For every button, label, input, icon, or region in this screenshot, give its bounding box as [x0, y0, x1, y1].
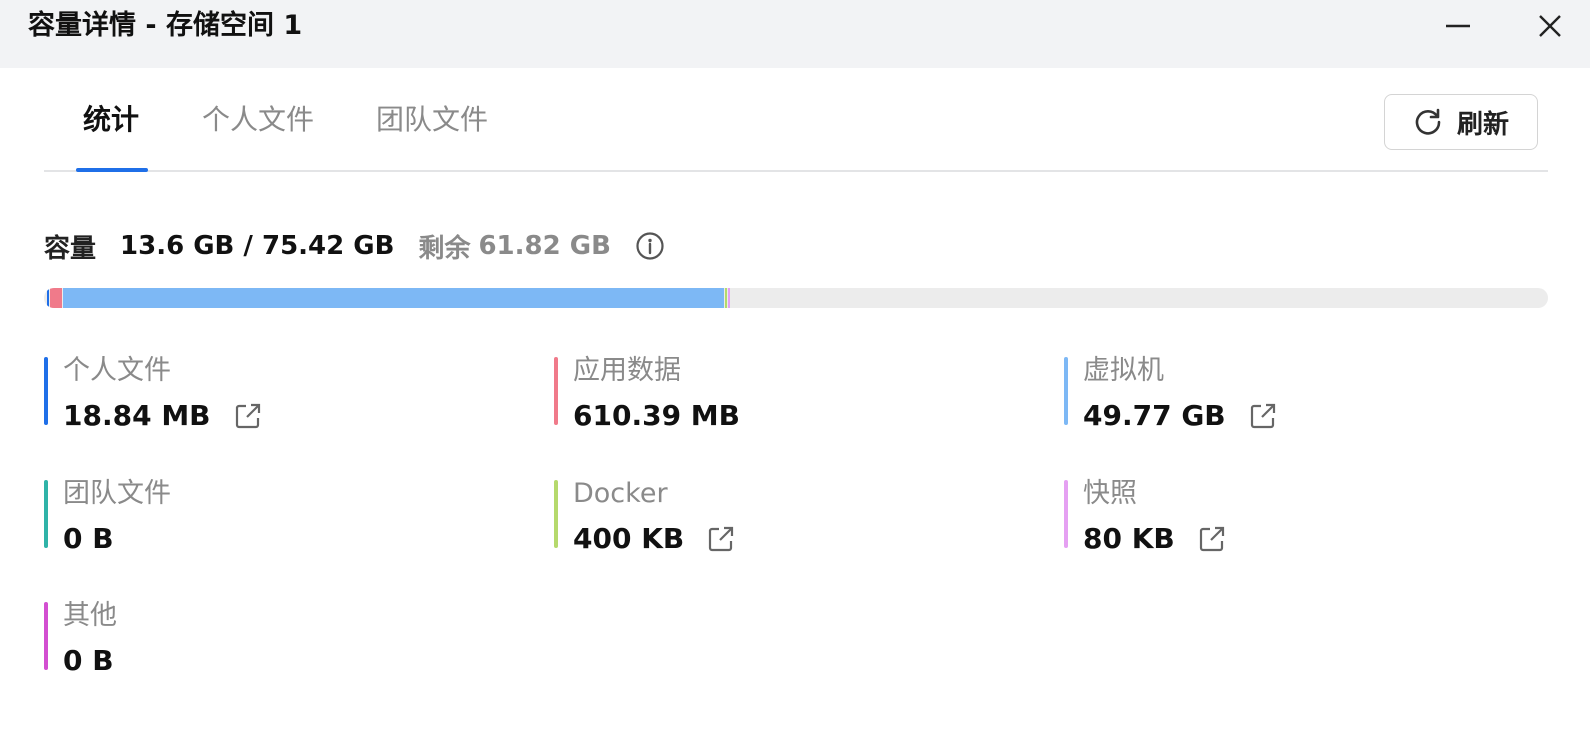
- usage-segment: [728, 288, 731, 308]
- category-value: 80 KB: [1083, 522, 1175, 555]
- capacity-summary: 容量 13.6 GB / 75.42 GB 剩余 61.82 GB: [44, 224, 665, 268]
- usage-segment: [725, 288, 728, 308]
- window-title: 容量详情 - 存储空间 1: [28, 10, 303, 41]
- refresh-button[interactable]: 刷新: [1384, 94, 1538, 150]
- category-value-row: 610.39 MB: [573, 399, 740, 433]
- category-stat: 应用数据 610.39 MB: [554, 355, 740, 432]
- category-value: 49.77 GB: [1083, 399, 1226, 432]
- capacity-usage-bar: [44, 288, 1548, 308]
- category-value-row: 49.77 GB: [1083, 399, 1278, 433]
- remaining-label: 剩余: [418, 233, 471, 264]
- category-value-row: 0 B: [63, 644, 117, 678]
- category-color-bar: [554, 357, 558, 425]
- category-value-row: 0 B: [63, 522, 171, 556]
- capacity-label: 容量: [44, 233, 97, 264]
- open-external-icon[interactable]: [233, 401, 263, 431]
- category-value: 0 B: [63, 522, 114, 555]
- title-bar: 容量详情 - 存储空间 1: [0, 0, 1590, 68]
- usage-segment: [50, 288, 63, 308]
- category-color-bar: [44, 480, 48, 548]
- category-color-bar: [554, 480, 558, 548]
- category-value-row: 80 KB: [1083, 522, 1227, 556]
- category-value-row: 400 KB: [573, 522, 736, 556]
- open-external-icon[interactable]: [1248, 401, 1278, 431]
- usage-segment: [63, 288, 725, 308]
- category-color-bar: [1064, 357, 1068, 425]
- tab-statistics[interactable]: 统计: [83, 100, 139, 140]
- category-color-bar: [44, 602, 48, 670]
- category-stat: 团队文件 0 B: [44, 478, 171, 555]
- tab-team-files[interactable]: 团队文件: [376, 100, 488, 140]
- usage-segment: [47, 288, 50, 308]
- tab-personal-files[interactable]: 个人文件: [202, 100, 314, 140]
- category-name: 快照: [1083, 478, 1137, 509]
- open-external-icon[interactable]: [706, 524, 736, 554]
- category-stat: Docker 400 KB: [554, 478, 736, 555]
- active-tab-indicator: [76, 168, 148, 172]
- info-icon[interactable]: [635, 231, 665, 261]
- minimize-icon: [1446, 24, 1470, 28]
- category-stat: 其他 0 B: [44, 600, 117, 677]
- tab-bar: 统计 个人文件 团队文件: [44, 68, 1548, 172]
- category-value: 610.39 MB: [573, 399, 741, 432]
- minimize-button[interactable]: [1438, 8, 1478, 44]
- category-value: 0 B: [63, 644, 114, 677]
- category-name: 其他: [63, 600, 117, 631]
- open-external-icon[interactable]: [1197, 524, 1227, 554]
- category-value: 18.84 MB: [63, 399, 211, 432]
- remaining-value: 61.82 GB: [478, 231, 611, 261]
- category-stat: 快照 80 KB: [1064, 478, 1227, 555]
- category-stat: 虚拟机 49.77 GB: [1064, 355, 1278, 432]
- category-name: 虚拟机: [1083, 355, 1164, 386]
- refresh-label: 刷新: [1456, 109, 1509, 140]
- category-name: Docker: [573, 478, 668, 509]
- refresh-icon: [1413, 107, 1443, 137]
- category-value: 400 KB: [573, 522, 685, 555]
- close-icon: [1539, 15, 1561, 37]
- category-name: 团队文件: [63, 478, 171, 509]
- category-name: 应用数据: [573, 355, 681, 386]
- category-stat: 个人文件 18.84 MB: [44, 355, 263, 432]
- category-color-bar: [1064, 480, 1068, 548]
- capacity-used-total: 13.6 GB / 75.42 GB: [120, 231, 395, 261]
- close-button[interactable]: [1530, 8, 1570, 44]
- category-color-bar: [44, 357, 48, 425]
- category-name: 个人文件: [63, 355, 171, 386]
- category-value-row: 18.84 MB: [63, 399, 263, 433]
